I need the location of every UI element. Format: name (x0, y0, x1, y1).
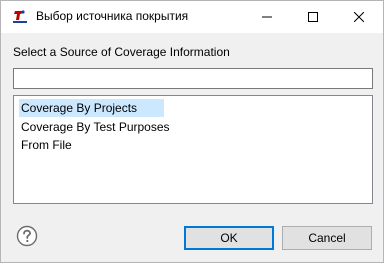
close-button[interactable] (336, 1, 382, 33)
ok-button[interactable]: OK (184, 226, 274, 250)
list-item-from-file[interactable]: From File (19, 136, 74, 154)
filter-input[interactable] (13, 68, 373, 89)
close-icon (354, 12, 364, 22)
maximize-icon (308, 12, 318, 22)
minimize-icon (262, 12, 272, 22)
source-selection-dialog: Выбор источника покрытия Select a Source… (0, 0, 384, 263)
list-item-coverage-by-projects[interactable]: Coverage By Projects (19, 99, 164, 117)
prompt-label: Select a Source of Coverage Information (13, 45, 230, 59)
help-icon[interactable] (16, 225, 38, 247)
app-logo-icon (11, 8, 29, 26)
title-bar[interactable]: Выбор источника покрытия (1, 1, 383, 33)
maximize-button[interactable] (290, 1, 336, 33)
window-title: Выбор источника покрытия (36, 9, 189, 23)
cancel-button[interactable]: Cancel (282, 226, 372, 250)
list-item-coverage-by-test-purposes[interactable]: Coverage By Test Purposes (19, 118, 172, 136)
source-list[interactable]: Coverage By Projects Coverage By Test Pu… (13, 95, 373, 204)
minimize-button[interactable] (244, 1, 290, 33)
